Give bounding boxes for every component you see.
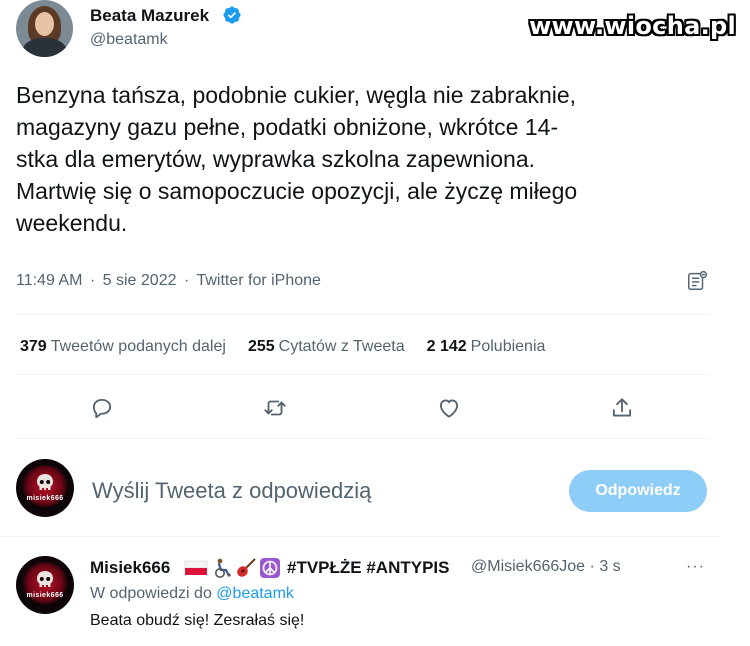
share-icon[interactable] bbox=[609, 395, 635, 421]
tweet-line: magazyny gazu pełne, podatki obniżone, w… bbox=[16, 114, 559, 140]
reply-author-name[interactable]: Misiek666 bbox=[90, 558, 170, 578]
avatar-caption: misiek666 bbox=[26, 495, 64, 502]
author-avatar[interactable] bbox=[16, 0, 73, 57]
reply-icon[interactable] bbox=[89, 395, 115, 421]
skull-icon bbox=[37, 474, 53, 490]
likes-stat[interactable]: 2 142 Polubienia bbox=[427, 338, 546, 356]
tweet-time[interactable]: 11:49 AM bbox=[16, 272, 82, 289]
tweet-source[interactable]: Twitter for iPhone bbox=[196, 272, 321, 289]
skull-icon bbox=[37, 571, 53, 587]
reply-author-hashtags: #TVPŁŻE #ANTYPIS bbox=[287, 558, 450, 577]
reply-text: Beata obudź się! Zesrałaś się! bbox=[90, 612, 305, 629]
reply-handle-line: @Misiek666Joe · 3 s bbox=[471, 558, 621, 576]
likes-count: 2 142 bbox=[426, 338, 467, 355]
author-handle[interactable]: @beatamk bbox=[90, 31, 168, 49]
analytics-icon[interactable] bbox=[686, 270, 708, 292]
avatar-caption: misiek666 bbox=[26, 592, 64, 599]
meta-separator: · bbox=[589, 558, 595, 575]
peace-symbol-icon bbox=[260, 558, 280, 578]
author-name[interactable]: Beata Mazurek bbox=[90, 6, 209, 26]
reply-author-handle[interactable]: @Misiek666Joe bbox=[471, 558, 585, 575]
divider bbox=[16, 314, 710, 315]
likes-label: Polubienia bbox=[470, 338, 546, 355]
tweet-line: Martwię się o samopoczucie opozycji, ale… bbox=[16, 178, 578, 204]
tweet-meta: 11:49 AM · 5 sie 2022 · Twitter for iPho… bbox=[16, 272, 324, 290]
reply-author-avatar[interactable]: misiek666 bbox=[16, 556, 74, 614]
quotes-count: 255 bbox=[247, 338, 275, 355]
user-avatar[interactable]: misiek666 bbox=[16, 459, 74, 517]
tweet-date[interactable]: 5 sie 2022 bbox=[103, 272, 177, 289]
more-options-icon[interactable]: ··· bbox=[686, 558, 705, 576]
tweet-stats: 379 Tweetów podanych dalej 255 Cytatów z T… bbox=[20, 338, 567, 356]
meta-separator: · bbox=[183, 272, 190, 289]
replying-prefix: W odpowiedzi do bbox=[90, 585, 212, 602]
meta-separator: · bbox=[89, 272, 96, 289]
retweet-icon[interactable] bbox=[262, 395, 288, 421]
tweet-line: weekendu. bbox=[16, 210, 128, 236]
replying-to: W odpowiedzi do @beatamk bbox=[90, 585, 294, 603]
quotes-label: Cytatów z Tweeta bbox=[278, 338, 405, 355]
divider bbox=[16, 374, 710, 375]
reply-input[interactable]: Wyślij Tweeta z odpowiedzią bbox=[92, 478, 371, 504]
verified-badge-icon bbox=[223, 6, 241, 24]
tweet-line: Benzyna tańsza, podobnie cukier, węgla n… bbox=[16, 82, 577, 108]
retweets-stat[interactable]: 379 Tweetów podanych dalej bbox=[20, 338, 226, 356]
replying-to-handle[interactable]: @beatamk bbox=[216, 585, 294, 602]
retweets-count: 379 bbox=[20, 338, 47, 355]
tweet-line: stka dla emerytów, wyprawka szkolna zape… bbox=[16, 146, 536, 172]
divider bbox=[16, 438, 710, 439]
site-watermark: www.wiocha.pl bbox=[529, 12, 736, 40]
quotes-stat[interactable]: 255 Cytatów z Tweeta bbox=[248, 338, 405, 356]
reply-button[interactable]: Odpowiedz bbox=[569, 470, 707, 512]
like-icon[interactable] bbox=[436, 395, 462, 421]
reply-time[interactable]: 3 s bbox=[599, 558, 620, 575]
guitar-icon bbox=[237, 558, 256, 577]
tweet-text: Benzyna tańsza, podobnie cukier, węgla n… bbox=[16, 79, 716, 239]
retweets-label: Tweetów podanych dalej bbox=[50, 338, 226, 355]
wheelchair-person-icon bbox=[215, 558, 231, 578]
divider bbox=[0, 536, 720, 537]
poland-flag-icon bbox=[184, 560, 208, 575]
